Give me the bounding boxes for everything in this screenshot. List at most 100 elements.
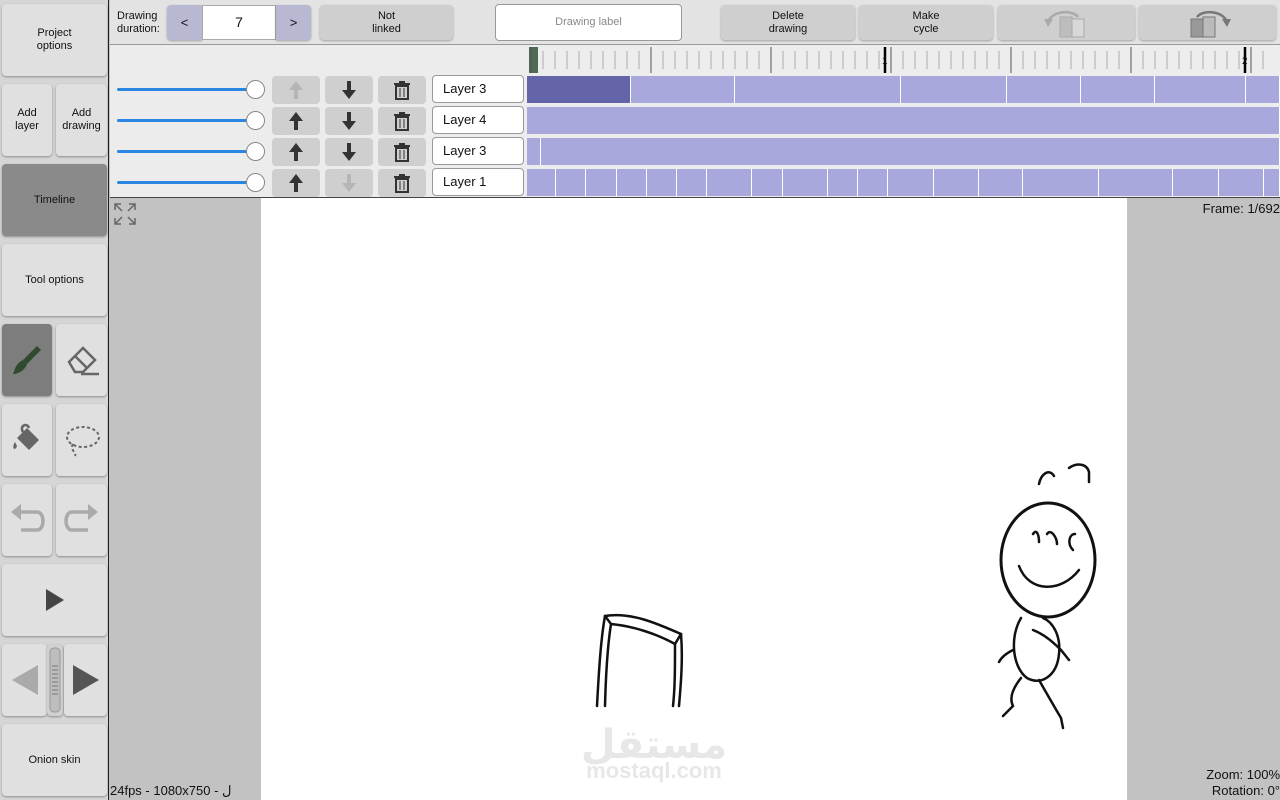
frame-cell[interactable]: [1263, 169, 1280, 196]
layer-frame-track[interactable]: [527, 107, 1280, 134]
delete-layer-button[interactable]: [378, 138, 426, 166]
layer-row: Layer 3: [110, 75, 1280, 106]
lasso-tool-button[interactable]: [56, 404, 107, 476]
opacity-slider-knob[interactable]: [246, 111, 265, 130]
layer-frame-track[interactable]: [527, 169, 1280, 196]
timeline-button[interactable]: Timeline: [2, 164, 107, 236]
layer-opacity-slider[interactable]: [117, 119, 249, 122]
previous-frame-button[interactable]: [2, 644, 47, 716]
project-options-button[interactable]: Project options: [2, 4, 107, 76]
frame-cell[interactable]: [646, 169, 677, 196]
frame-cell[interactable]: [527, 107, 1280, 134]
add-layer-label: Add layer: [15, 107, 39, 132]
layer-row: Layer 4: [110, 106, 1280, 137]
layer-name-field[interactable]: Layer 1: [432, 168, 524, 196]
move-drawing-right-button[interactable]: [1139, 5, 1276, 40]
layer-opacity-slider[interactable]: [117, 181, 249, 184]
delete-drawing-label: Delete drawing: [768, 9, 808, 35]
frame-cell[interactable]: [752, 169, 783, 196]
layer-name-field[interactable]: Layer 4: [432, 106, 524, 134]
frame-cell[interactable]: [1023, 169, 1099, 196]
move-layer-down-button[interactable]: [325, 107, 373, 135]
eraser-tool-button[interactable]: [56, 324, 107, 396]
duration-increment-button[interactable]: >: [276, 5, 311, 40]
layer-name-field[interactable]: Layer 3: [432, 137, 524, 165]
frame-cell[interactable]: [676, 169, 708, 196]
ruler-mark-1: 1: [882, 56, 888, 67]
increment-label: >: [289, 15, 298, 30]
fill-tool-button[interactable]: [2, 404, 52, 476]
move-layer-down-button[interactable]: [325, 169, 373, 197]
frame-scrubber[interactable]: [47, 644, 63, 716]
frame-cell[interactable]: [1006, 76, 1081, 103]
frame-cell[interactable]: [1245, 76, 1280, 103]
frame-cell[interactable]: [1080, 76, 1156, 103]
trash-icon: [394, 143, 410, 162]
eraser-icon: [66, 346, 99, 376]
frame-cell[interactable]: [556, 169, 587, 196]
timeline-ruler[interactable]: 1 2: [527, 45, 1280, 75]
brush-tool-button[interactable]: [2, 324, 52, 396]
move-drawing-right-icon: [1190, 10, 1231, 37]
previous-frame-icon: [11, 665, 38, 695]
drawing-canvas[interactable]: مستقل mostaql.com: [261, 198, 1127, 800]
duration-decrement-button[interactable]: <: [167, 5, 202, 40]
tool-options-button[interactable]: Tool options: [2, 244, 107, 316]
move-layer-up-button[interactable]: [272, 138, 320, 166]
move-layer-down-button[interactable]: [325, 76, 373, 104]
layer-frame-track[interactable]: [527, 138, 1280, 165]
move-layer-up-button[interactable]: [272, 107, 320, 135]
duration-value-field[interactable]: 7: [202, 5, 276, 40]
delete-drawing-button[interactable]: Delete drawing: [721, 5, 855, 40]
arrow-up-icon: [289, 81, 303, 99]
frame-cell[interactable]: [1173, 169, 1219, 196]
delete-layer-button[interactable]: [378, 169, 426, 197]
opacity-slider-knob[interactable]: [246, 142, 265, 161]
frame-cell[interactable]: [541, 138, 1280, 165]
frame-cell[interactable]: [527, 169, 557, 196]
frame-cell[interactable]: [888, 169, 934, 196]
add-layer-button[interactable]: Add layer: [2, 84, 52, 156]
frame-cell[interactable]: [616, 169, 647, 196]
link-toggle-button[interactable]: Not linked: [320, 5, 453, 40]
layer-opacity-slider[interactable]: [117, 150, 249, 153]
opacity-slider-knob[interactable]: [246, 80, 265, 99]
frame-cell[interactable]: [1155, 76, 1246, 103]
next-frame-button[interactable]: [64, 644, 107, 716]
layer-frame-track[interactable]: [527, 76, 1280, 103]
watermark: مستقل mostaql.com: [581, 722, 727, 783]
frame-cell[interactable]: [527, 76, 631, 103]
drawing-label-input[interactable]: Drawing label: [495, 4, 682, 41]
frame-cell[interactable]: [827, 169, 859, 196]
onion-skin-button[interactable]: Onion skin: [2, 724, 107, 796]
frame-cell[interactable]: [858, 169, 889, 196]
make-cycle-button[interactable]: Make cycle: [859, 5, 993, 40]
frame-cell[interactable]: [900, 76, 1007, 103]
frame-cell[interactable]: [586, 169, 617, 196]
delete-layer-button[interactable]: [378, 76, 426, 104]
frame-cell[interactable]: [630, 76, 736, 103]
layer-name-field[interactable]: Layer 3: [432, 75, 524, 103]
trash-icon: [394, 81, 410, 100]
frame-cell[interactable]: [527, 138, 541, 165]
delete-layer-button[interactable]: [378, 107, 426, 135]
play-button[interactable]: [2, 564, 107, 636]
add-drawing-button[interactable]: Add drawing: [56, 84, 107, 156]
move-layer-up-button[interactable]: [272, 169, 320, 197]
frame-cell[interactable]: [1218, 169, 1264, 196]
frame-cell[interactable]: [735, 76, 901, 103]
redo-button[interactable]: [56, 484, 107, 556]
move-layer-up-button[interactable]: [272, 76, 320, 104]
fullscreen-button[interactable]: [112, 201, 138, 232]
move-layer-down-button[interactable]: [325, 138, 373, 166]
opacity-slider-knob[interactable]: [246, 173, 265, 192]
frame-cell[interactable]: [1098, 169, 1174, 196]
layer-opacity-slider[interactable]: [117, 88, 249, 91]
frame-cell[interactable]: [782, 169, 828, 196]
move-drawing-left-button[interactable]: [998, 5, 1135, 40]
frame-cell[interactable]: [933, 169, 979, 196]
undo-button[interactable]: [2, 484, 52, 556]
frame-cell[interactable]: [707, 169, 753, 196]
onion-skin-label: Onion skin: [28, 753, 81, 766]
frame-cell[interactable]: [979, 169, 1024, 196]
